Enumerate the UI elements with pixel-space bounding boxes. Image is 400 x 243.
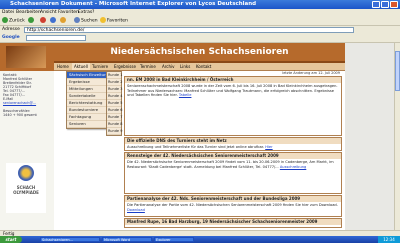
window-controls [372, 1, 398, 8]
home-button[interactable] [60, 17, 67, 24]
news-text: Ausschreibung und Teilnehmerliste für da… [127, 145, 273, 149]
news-box: Manfred Rupe, 16 Bad Harzburg, 19 Nieder… [124, 218, 342, 228]
olympiad-logo: SCHACH OLYMPIADE [6, 163, 46, 213]
google-toolbar: Google [0, 34, 400, 43]
scrollbar-thumb[interactable] [395, 51, 400, 91]
news-box: Rennsteige der 42. Niedersächsischen Sen… [124, 152, 342, 194]
news-link[interactable]: Download [127, 208, 145, 212]
nav-dropdown-menu: Sächsisch Einzelturnier Ergebnisse Mitte… [66, 71, 113, 129]
minimize-button[interactable] [372, 1, 380, 8]
nav-item-archiv[interactable]: Archiv [162, 63, 175, 70]
menu-file[interactable]: Datei [2, 9, 14, 16]
news-text: Die Partienanalyse der Partie vom 42. Ni… [127, 203, 338, 212]
sidebar-email-link[interactable]: seniorenschach@... [3, 101, 36, 105]
news-box: Partienanalyse der 42. Nds. Seniorenmeis… [124, 195, 342, 217]
news-link[interactable]: Tabelle [179, 93, 192, 97]
menu-bar: Datei Bearbeiten Ansicht Favoriten Extra… [0, 9, 400, 16]
browser-toolbar: Zurück Suchen Favoriten [0, 16, 400, 26]
right-margin [345, 43, 400, 230]
refresh-icon [50, 17, 56, 23]
news-text: Die 42. Niedersächsische Seniorenmeister… [127, 160, 334, 169]
vertical-scrollbar[interactable] [394, 43, 400, 230]
taskbar-item[interactable]: Explorer [154, 237, 194, 242]
left-column: Kontakt: Manfred Schlüter Breitenfelder … [0, 43, 54, 230]
nav-item-ergebnisse[interactable]: Ergebnisse [114, 63, 136, 70]
back-arrow-icon [2, 17, 8, 23]
subdropdown-item[interactable]: Runde 8 [107, 121, 122, 128]
stop-icon [40, 17, 46, 23]
sidebar-line: 1440 + 900 gesamt [3, 113, 37, 117]
dropdown-item[interactable]: Berichterstattung [67, 100, 107, 107]
address-bar: Adresse http://schachsenioren.de/ [0, 26, 400, 34]
forward-arrow-icon [28, 17, 34, 23]
page-content: Kontakt: Manfred Schlüter Breitenfelder … [0, 43, 400, 230]
nav-item-termine[interactable]: Termine [140, 63, 156, 70]
forward-button[interactable] [28, 17, 35, 24]
dropdown-item[interactable]: Senioren [67, 121, 107, 128]
subdropdown-item[interactable]: Runde 9 [107, 128, 122, 135]
olympiad-text: SCHACH OLYMPIADE [13, 185, 39, 195]
taskbar: start Schachsenioren... Microsoft Word E… [0, 236, 400, 243]
menu-view[interactable]: Ansicht [40, 9, 57, 16]
subdropdown-item[interactable]: Runde 2 [107, 79, 122, 86]
google-label: Google [2, 35, 20, 40]
taskbar-item[interactable]: Microsoft Word [102, 237, 152, 242]
google-search-input[interactable] [26, 35, 86, 41]
nav-item-turniere[interactable]: Turniere [92, 63, 108, 70]
nav-item-links[interactable]: Links [180, 63, 190, 70]
start-button[interactable]: start [0, 236, 22, 243]
window-titlebar: Schachsenioren Dokument - Microsoft Inte… [0, 0, 400, 9]
address-input[interactable]: http://schachsenioren.de/ [24, 27, 354, 33]
taskbar-item[interactable]: Schachsenioren... [40, 237, 100, 242]
subdropdown-item[interactable]: Runde 1 [107, 72, 122, 79]
favorites-button[interactable]: Favoriten [100, 17, 128, 24]
chess-pieces-image [6, 46, 46, 68]
menu-edit[interactable]: Bearbeiten [16, 9, 41, 16]
news-box: Die offizielle DNS des Turniers steht im… [124, 137, 342, 151]
site-navbar: Home Aktuell Turniere Ergebnisse Termine… [54, 63, 345, 71]
logo-block [0, 43, 54, 71]
main-column: Niedersächsischen Schachsenioren Home Ak… [54, 43, 345, 230]
system-clock: 12:34 [378, 236, 400, 243]
refresh-button[interactable] [50, 17, 57, 24]
subdropdown-item[interactable]: Runde 4 [107, 93, 122, 100]
subdropdown-item[interactable]: Runde 7 [107, 114, 122, 121]
search-button[interactable]: Suchen [74, 17, 98, 24]
nav-subdropdown-menu: Runde 1 Runde 2 Runde 3 Runde 4 Runde 5 … [106, 71, 122, 136]
dropdown-item[interactable]: Ergebnisse [67, 79, 107, 86]
subdropdown-item[interactable]: Runde 3 [107, 86, 122, 93]
article-area: letzte Änderung am 12. Juli 2009 nn. EM … [124, 71, 342, 229]
site-header: Niedersächsischen Schachsenioren [54, 43, 345, 63]
menu-tools[interactable]: Extras [78, 9, 92, 16]
site-title: Niedersächsischen Schachsenioren [110, 47, 289, 57]
nav-item-kontakt[interactable]: Kontakt [196, 63, 211, 70]
address-label: Adresse [2, 27, 20, 32]
news-heading: Manfred Rupe, 16 Bad Harzburg, 19 Nieder… [125, 219, 341, 225]
dropdown-item[interactable]: Fachtagung [67, 114, 107, 121]
menu-favorites[interactable]: Favoriten [58, 9, 79, 16]
back-button[interactable]: Zurück [2, 17, 25, 24]
nav-item-home[interactable]: Home [57, 63, 69, 70]
menu-help[interactable]: ? [92, 9, 94, 16]
nav-item-aktuell[interactable]: Aktuell [72, 63, 90, 70]
olympiad-emblem-icon [18, 165, 34, 181]
news-link[interactable]: Hier [265, 145, 272, 149]
maximize-button[interactable] [381, 1, 389, 8]
dropdown-item[interactable]: Sächsisch Einzelturnier [67, 72, 113, 79]
dropdown-item[interactable]: Bundesturniere [67, 107, 107, 114]
star-icon [100, 17, 106, 23]
window-title: Schachsenioren Dokument - Microsoft Inte… [10, 1, 257, 7]
subdropdown-item[interactable]: Runde 5 [107, 100, 122, 107]
stop-button[interactable] [40, 17, 47, 24]
news-text: Seniorenschachmeisterschaft 2008 wurde i… [127, 84, 338, 98]
subdropdown-item[interactable]: Runde 6 [107, 107, 122, 114]
search-icon [74, 17, 80, 23]
news-link[interactable]: Ausschreibung [280, 165, 306, 169]
dropdown-item[interactable]: Mitteilungen [67, 86, 107, 93]
left-sidebar: Kontakt: Manfred Schlüter Breitenfelder … [0, 71, 54, 230]
close-button[interactable] [390, 1, 398, 8]
news-box: nn. EM 2008 in Bad Kleinkirchheim / Öste… [124, 76, 342, 136]
dropdown-item[interactable]: Sondertabelle [67, 93, 107, 100]
home-icon [60, 17, 66, 23]
